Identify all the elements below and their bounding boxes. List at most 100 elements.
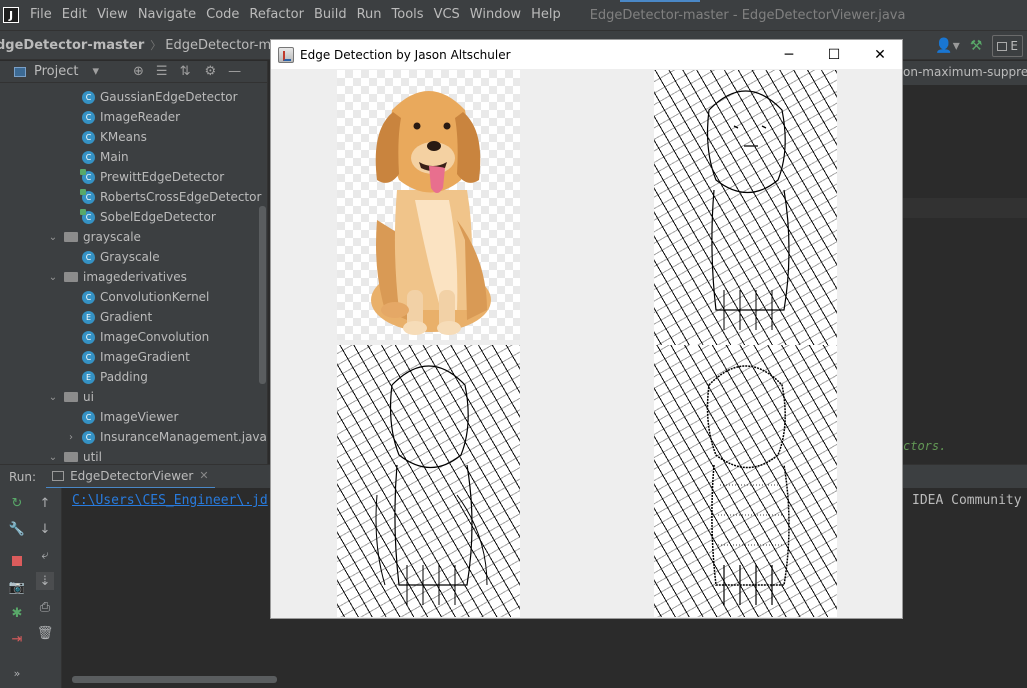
expand-all-icon[interactable]: ☰ <box>156 64 168 79</box>
locate-target-icon[interactable]: ⊕ <box>133 64 144 79</box>
tree-item[interactable]: C ImageGradient <box>82 347 190 367</box>
project-scrollbar[interactable] <box>259 206 266 384</box>
edge-outline-3 <box>706 365 790 605</box>
java-window-titlebar[interactable]: Edge Detection by Jason Altschuler ─ ☐ ✕ <box>271 40 902 69</box>
tree-item[interactable]: C Main <box>82 147 129 167</box>
chevron-down-icon[interactable]: ⌄ <box>46 452 60 463</box>
tree-item[interactable]: E Padding <box>82 367 148 387</box>
folder-icon <box>64 392 78 402</box>
menu-navigate[interactable]: Navigate <box>133 0 201 30</box>
project-header: Project ▾ ⊕ ☰ ⇅ ⚙ — <box>0 61 267 83</box>
console-scrollbar[interactable] <box>72 676 277 683</box>
camera-icon[interactable]: 📷 <box>8 578 26 596</box>
intellij-logo-icon: J <box>3 7 19 23</box>
menu-run[interactable]: Run <box>352 0 387 30</box>
class-icon: C <box>82 330 95 344</box>
user-icon[interactable]: 👤▾ <box>935 38 959 54</box>
arrow-down-icon[interactable]: ↓ <box>36 520 54 538</box>
run-tab-label: EdgeDetectorViewer <box>70 468 194 483</box>
chevron-down-icon[interactable]: ▾ <box>92 64 99 79</box>
stop-icon[interactable] <box>8 552 26 570</box>
scroll-to-end-icon[interactable]: ⇣ <box>36 572 54 590</box>
build-hammer-icon[interactable]: ⚒ <box>970 38 983 54</box>
close-icon[interactable]: ✕ <box>199 469 208 482</box>
tree-item[interactable]: C ConvolutionKernel <box>82 287 209 307</box>
tree-item[interactable]: E Gradient <box>82 307 152 327</box>
soft-wrap-icon[interactable]: ⤶ <box>36 546 54 564</box>
chevron-right-icon[interactable]: › <box>64 432 78 443</box>
tree-item[interactable]: C SobelEdgeDetector <box>80 207 216 227</box>
tree-item[interactable]: C ImageReader <box>82 107 180 127</box>
tree-item[interactable]: C KMeans <box>82 127 147 147</box>
rerun-icon[interactable]: ↻ <box>8 494 26 512</box>
tree-item[interactable]: C PrewittEdgeDetector <box>80 167 225 187</box>
tree-item[interactable]: ⌄ ui <box>46 387 94 407</box>
menu-file[interactable]: File <box>25 0 57 30</box>
tree-item[interactable]: › C InsuranceManagement.java <box>64 427 267 447</box>
folder-icon <box>64 272 78 282</box>
editor-current-line <box>903 198 1027 218</box>
progress-indicator <box>620 0 700 2</box>
edge-detection-result-3 <box>654 345 837 617</box>
tree-item[interactable]: C GaussianEdgeDetector <box>82 87 238 107</box>
tree-item-label: KMeans <box>100 130 147 144</box>
edge-outline-1 <box>706 90 790 330</box>
tree-item[interactable]: C ImageViewer <box>82 407 178 427</box>
close-button[interactable]: ✕ <box>857 40 903 69</box>
tree-item[interactable]: C ImageConvolution <box>82 327 209 347</box>
more-icon[interactable]: » <box>8 664 26 682</box>
chevron-down-icon[interactable]: ⌄ <box>46 232 60 243</box>
dog-illustration <box>371 91 491 335</box>
tree-item-label: SobelEdgeDetector <box>100 210 216 224</box>
arrow-up-icon[interactable]: ↑ <box>36 494 54 512</box>
breadcrumb-separator-icon: 〉 <box>150 39 162 52</box>
class-icon: C <box>82 350 95 364</box>
tree-item[interactable]: ⌄ grayscale <box>46 227 141 247</box>
tree-item-label: InsuranceManagement.java <box>100 430 267 444</box>
run-label: Run: <box>9 469 37 484</box>
menu-window[interactable]: Window <box>465 0 526 30</box>
edge-outline-2 <box>375 365 488 605</box>
run-toolbar: ↻ ↑ 🔧 ↓ ⤶ ⇣ 📷 ⎙ ✱ 🗑 ⇥ » <box>0 488 62 688</box>
editor-code-fragment[interactable]: ctors. <box>903 439 946 453</box>
console-command-link[interactable]: C:\Users\CES_Engineer\.jd <box>72 493 268 508</box>
run-configuration-selector[interactable]: E <box>992 35 1023 57</box>
debug-bug-icon[interactable]: ✱ <box>8 604 26 622</box>
editor-area: on-maximum-suppress ctors. <box>903 61 1027 464</box>
tree-item-label: grayscale <box>83 230 141 244</box>
wrench-icon[interactable]: 🔧 <box>8 520 26 538</box>
print-icon[interactable]: ⎙ <box>36 598 54 616</box>
chevron-down-icon[interactable]: ⌄ <box>46 272 60 283</box>
menu-view[interactable]: View <box>92 0 133 30</box>
tree-item-label: Grayscale <box>100 250 160 264</box>
java-app-icon <box>278 46 294 63</box>
class-icon: C <box>82 250 95 264</box>
minimize-button[interactable]: ─ <box>766 40 812 69</box>
class-icon: C <box>80 188 95 204</box>
menu-code[interactable]: Code <box>201 0 244 30</box>
project-view-selector[interactable]: Project <box>34 64 78 79</box>
tree-item[interactable]: C RobertsCrossEdgeDetector <box>80 187 261 207</box>
chevron-down-icon[interactable]: ⌄ <box>46 392 60 403</box>
tree-item[interactable]: ⌄ imagederivatives <box>46 267 187 287</box>
menu-edit[interactable]: Edit <box>57 0 92 30</box>
menu-build[interactable]: Build <box>309 0 352 30</box>
menu-refactor[interactable]: Refactor <box>244 0 309 30</box>
trash-icon[interactable]: 🗑 <box>36 624 54 642</box>
class-icon: C <box>80 168 95 184</box>
gear-icon[interactable]: ⚙ <box>204 64 216 79</box>
breadcrumb-project[interactable]: dgeDetector-master <box>0 38 146 53</box>
collapse-all-icon[interactable]: ⇅ <box>180 64 191 79</box>
run-tab[interactable]: EdgeDetectorViewer ✕ <box>46 465 215 489</box>
folder-icon <box>64 232 78 242</box>
editor-tab[interactable]: on-maximum-suppress <box>903 61 1027 85</box>
tree-item-label: PrewittEdgeDetector <box>100 170 225 184</box>
menu-vcs[interactable]: VCS <box>429 0 465 30</box>
tree-item-label: ImageConvolution <box>100 330 210 344</box>
maximize-button[interactable]: ☐ <box>811 40 857 69</box>
exit-icon[interactable]: ⇥ <box>8 630 26 648</box>
menu-tools[interactable]: Tools <box>387 0 429 30</box>
tree-item[interactable]: C Grayscale <box>82 247 160 267</box>
menu-help[interactable]: Help <box>526 0 566 30</box>
minimize-icon[interactable]: — <box>228 64 241 79</box>
